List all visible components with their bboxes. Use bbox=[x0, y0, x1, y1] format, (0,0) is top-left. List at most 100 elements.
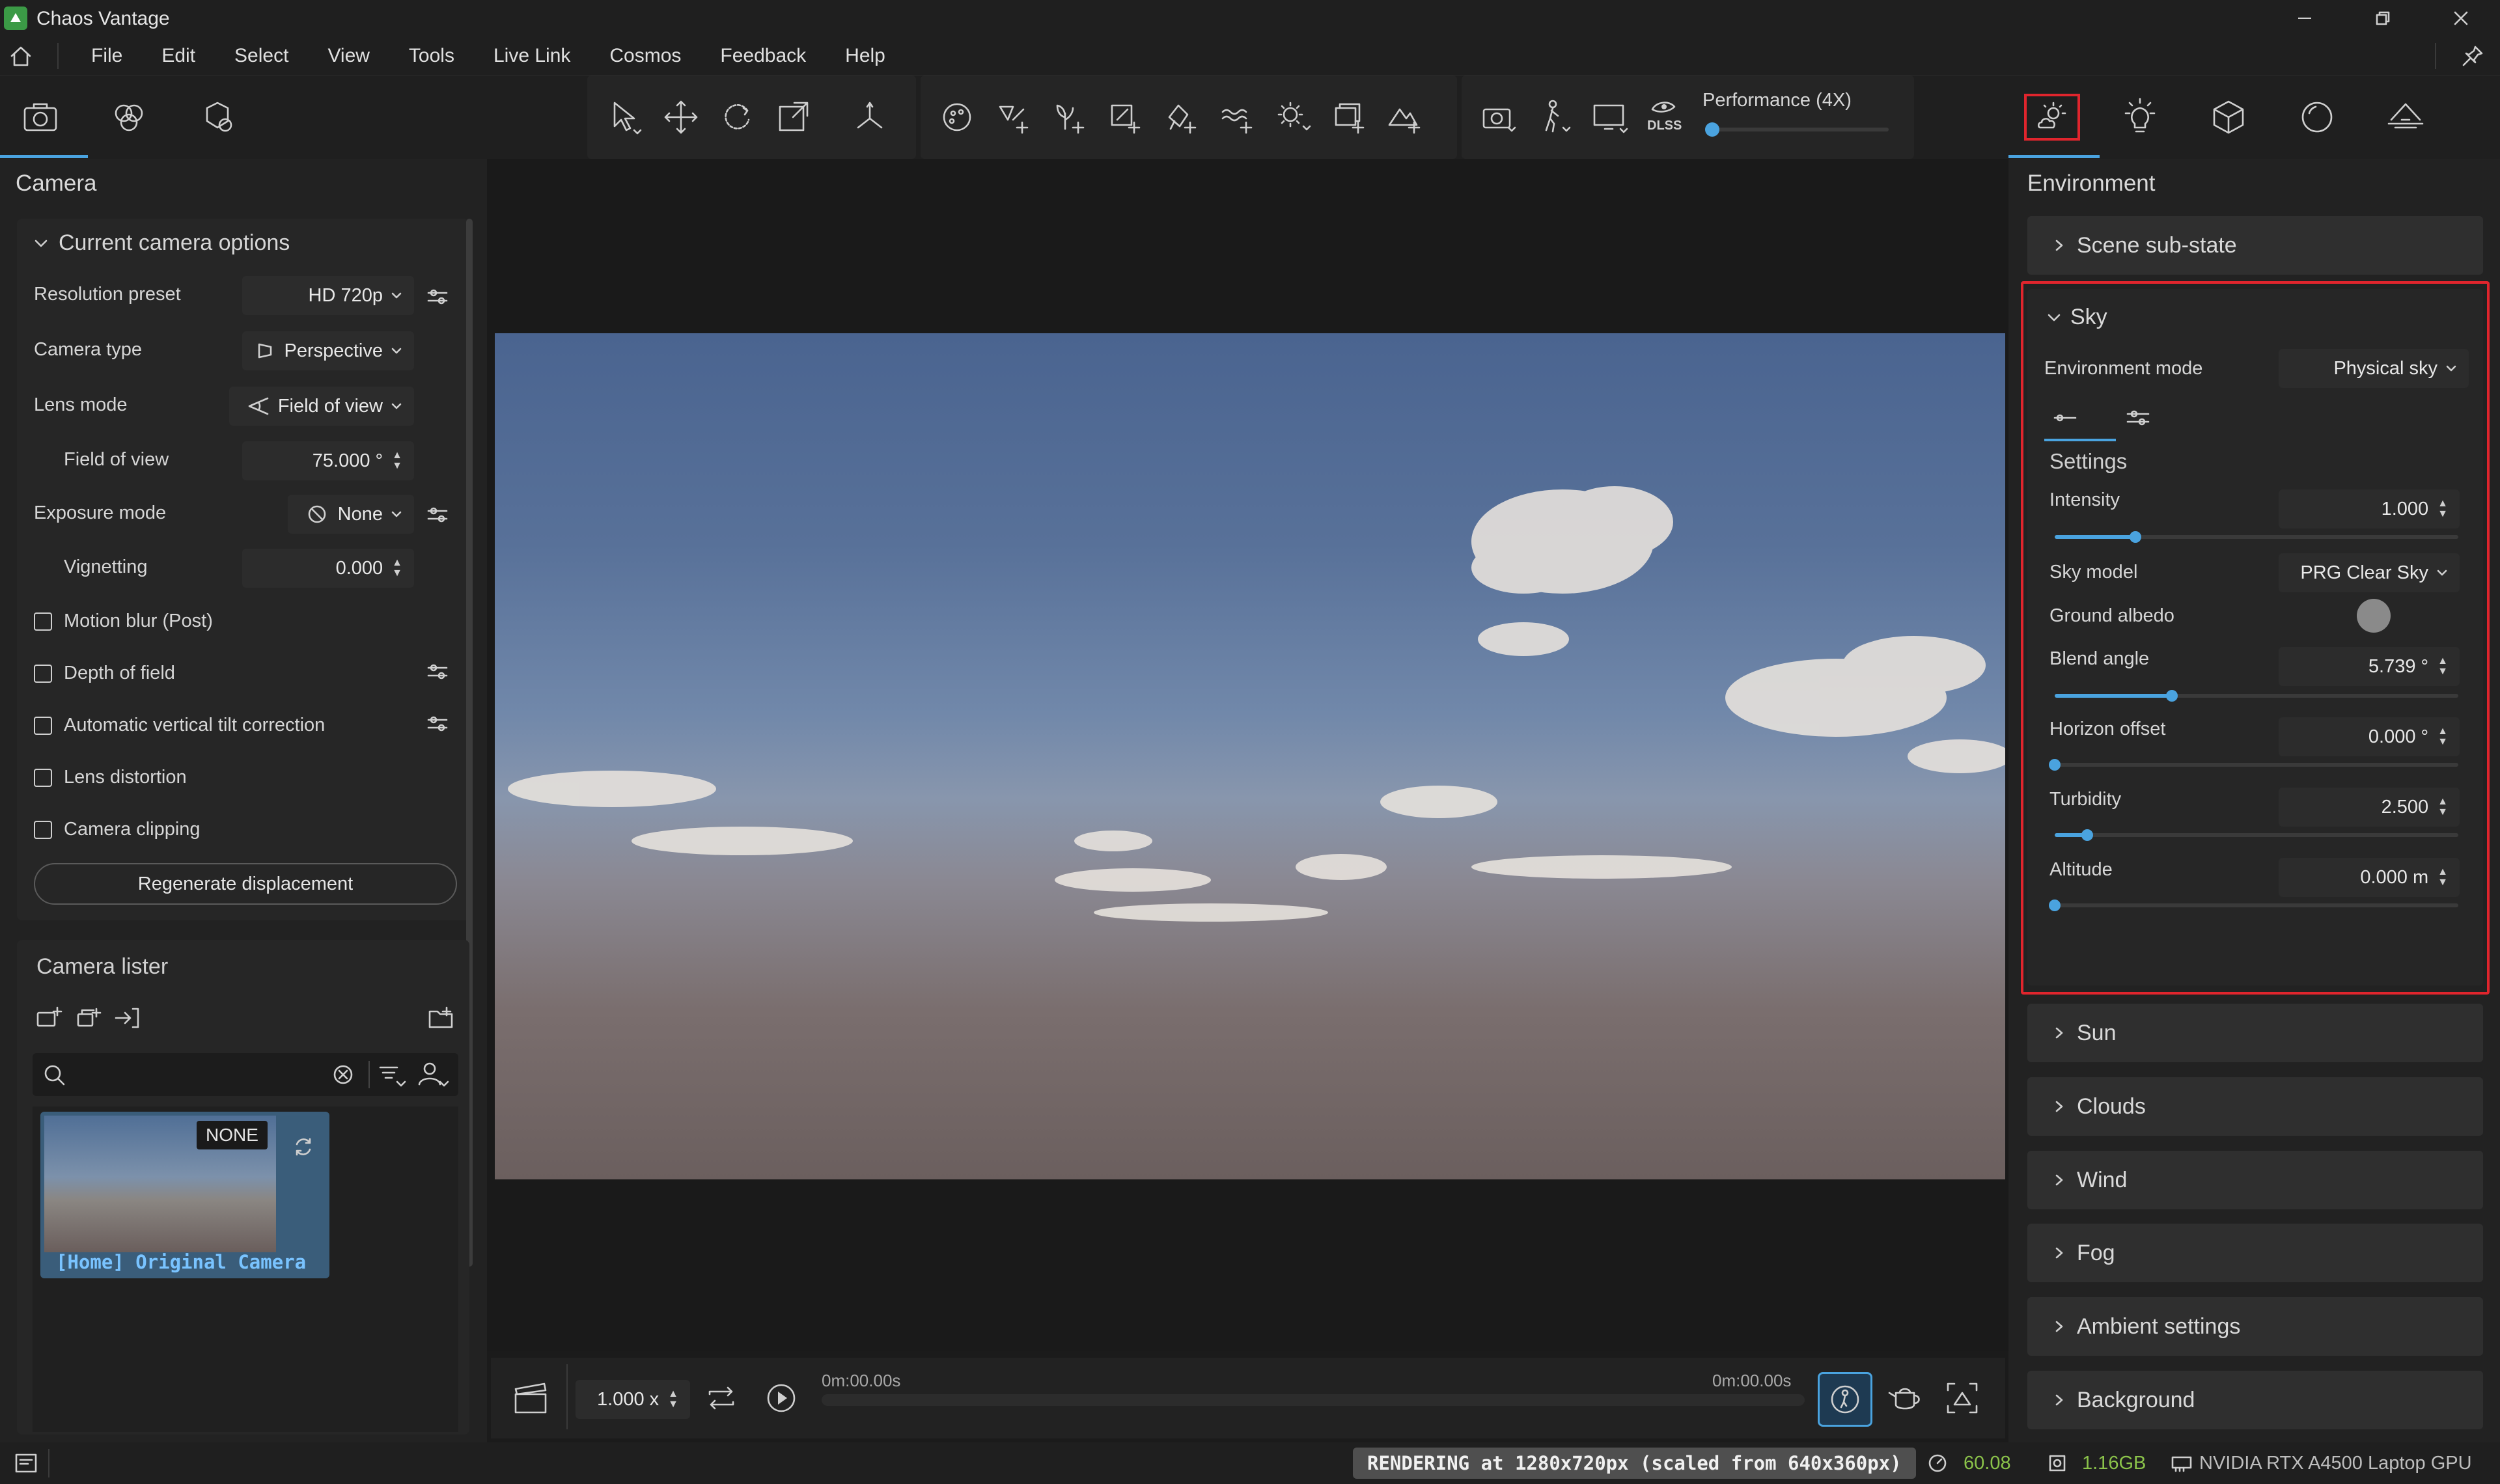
fit-view-icon[interactable] bbox=[1943, 1379, 1982, 1418]
turbidity-input[interactable]: 2.500 ▲ ▼ bbox=[2279, 788, 2460, 827]
performance-slider[interactable] bbox=[1705, 122, 1889, 137]
dof-settings-icon[interactable] bbox=[424, 659, 451, 685]
blend-angle-stepper[interactable]: ▲ ▼ bbox=[2438, 656, 2448, 677]
playback-speed-input[interactable]: 1.000 x ▲ ▼ bbox=[576, 1380, 690, 1419]
display-icon[interactable] bbox=[1587, 94, 1633, 141]
duplicate-camera-icon[interactable] bbox=[74, 1004, 103, 1032]
scale-tool-icon[interactable] bbox=[770, 94, 816, 141]
camera-type-select[interactable]: Perspective bbox=[242, 331, 414, 370]
material-tab-icon[interactable] bbox=[2294, 94, 2340, 141]
dof-checkbox[interactable] bbox=[34, 664, 52, 683]
menu-cosmos[interactable]: Cosmos bbox=[590, 36, 701, 76]
regenerate-displacement-button[interactable]: Regenerate displacement bbox=[34, 863, 457, 905]
ground-albedo-swatch[interactable] bbox=[2357, 599, 2391, 633]
new-folder-icon[interactable] bbox=[427, 1004, 456, 1032]
basic-settings-tab-icon[interactable] bbox=[2051, 406, 2079, 430]
horizon-offset-stepper[interactable]: ▲ ▼ bbox=[2438, 726, 2448, 747]
timeline-scrubber[interactable] bbox=[822, 1394, 1805, 1406]
lens-mode-select[interactable]: Field of view bbox=[229, 387, 414, 426]
wind-section[interactable]: Wind bbox=[2027, 1151, 2483, 1209]
menu-edit[interactable]: Edit bbox=[142, 36, 215, 76]
camera-thumbnail-card[interactable]: NONE [Home] Original Camera bbox=[40, 1112, 329, 1278]
env-mode-select[interactable]: Physical sky bbox=[2279, 349, 2469, 388]
add-plant-icon[interactable] bbox=[1046, 94, 1092, 141]
scatter-tool-icon[interactable] bbox=[990, 94, 1036, 141]
clipping-checkbox[interactable] bbox=[34, 820, 52, 839]
fog-section[interactable]: Fog bbox=[2027, 1224, 2483, 1282]
pin-icon[interactable] bbox=[2461, 44, 2484, 68]
add-paint-icon[interactable] bbox=[1158, 94, 1204, 141]
user-filter-icon[interactable] bbox=[417, 1060, 453, 1091]
home-icon[interactable] bbox=[9, 44, 33, 68]
import-camera-icon[interactable] bbox=[113, 1004, 142, 1032]
vignetting-input[interactable]: 0.000 ▲ ▼ bbox=[242, 549, 414, 588]
camera-options-header[interactable]: Current camera options bbox=[33, 230, 290, 256]
tilt-row[interactable]: Automatic vertical tilt correction bbox=[34, 715, 325, 736]
rotate-tool-icon[interactable] bbox=[714, 94, 760, 141]
lens-distortion-row[interactable]: Lens distortion bbox=[34, 767, 187, 788]
turbidity-slider[interactable] bbox=[2055, 829, 2458, 841]
materials-tab-icon[interactable] bbox=[105, 94, 152, 141]
vignetting-stepper[interactable]: ▲ ▼ bbox=[392, 558, 402, 579]
camera-search-input[interactable] bbox=[74, 1060, 348, 1090]
altitude-stepper[interactable]: ▲ ▼ bbox=[2438, 867, 2448, 888]
sky-model-select[interactable]: PRG Clear Sky bbox=[2279, 553, 2460, 592]
clouds-section[interactable]: Clouds bbox=[2027, 1077, 2483, 1136]
select-tool-icon[interactable] bbox=[602, 94, 648, 141]
environment-tab-icon[interactable] bbox=[2024, 94, 2080, 141]
advanced-settings-tab-icon[interactable] bbox=[2124, 405, 2152, 431]
menu-live-link[interactable]: Live Link bbox=[474, 36, 590, 76]
menu-tools[interactable]: Tools bbox=[389, 36, 474, 76]
ambient-section[interactable]: Ambient settings bbox=[2027, 1297, 2483, 1356]
restore-button[interactable] bbox=[2347, 0, 2419, 36]
horizon-offset-input[interactable]: 0.000 ° ▲ ▼ bbox=[2279, 717, 2460, 756]
settings-tab-icon[interactable] bbox=[194, 94, 241, 141]
filter-icon[interactable] bbox=[378, 1061, 409, 1090]
fov-input[interactable]: 75.000 ° ▲ ▼ bbox=[242, 441, 414, 480]
play-icon[interactable] bbox=[762, 1379, 801, 1418]
blend-angle-slider[interactable] bbox=[2055, 690, 2458, 702]
add-decal-icon[interactable] bbox=[1102, 94, 1148, 141]
menu-view[interactable]: View bbox=[308, 36, 389, 76]
exposure-settings-icon[interactable] bbox=[424, 502, 451, 528]
horizon-offset-slider[interactable] bbox=[2049, 759, 2458, 771]
blend-angle-input[interactable]: 5.739 ° ▲ ▼ bbox=[2279, 647, 2460, 686]
menu-help[interactable]: Help bbox=[826, 36, 905, 76]
sync-view-toggle[interactable] bbox=[1818, 1372, 1872, 1427]
material-picker-icon[interactable] bbox=[934, 94, 980, 141]
resolution-select[interactable]: HD 720p bbox=[242, 276, 414, 315]
gizmo-tool-icon[interactable] bbox=[846, 94, 893, 141]
lens-distortion-checkbox[interactable] bbox=[34, 768, 52, 787]
teapot-icon[interactable] bbox=[1885, 1379, 1924, 1418]
add-asset-icon[interactable] bbox=[1326, 94, 1372, 141]
tilt-settings-icon[interactable] bbox=[424, 711, 451, 737]
render-viewport[interactable] bbox=[495, 333, 2005, 1179]
minimize-button[interactable] bbox=[2269, 0, 2340, 36]
turbidity-stepper[interactable]: ▲ ▼ bbox=[2438, 797, 2448, 818]
light-tab-icon[interactable] bbox=[2117, 94, 2163, 141]
scene-substate-section[interactable]: Scene sub-state bbox=[2027, 216, 2483, 275]
loop-icon[interactable] bbox=[702, 1379, 741, 1418]
menu-file[interactable]: File bbox=[72, 36, 142, 76]
add-water-icon[interactable] bbox=[1214, 94, 1260, 141]
motion-blur-checkbox[interactable] bbox=[34, 612, 52, 631]
add-light-icon[interactable] bbox=[1270, 94, 1316, 141]
close-button[interactable] bbox=[2425, 0, 2497, 36]
object-tab-icon[interactable] bbox=[2205, 94, 2252, 141]
sky-header[interactable]: Sky bbox=[2046, 305, 2107, 330]
effects-tab-icon[interactable] bbox=[2382, 94, 2429, 141]
camera-tab-icon[interactable] bbox=[17, 94, 64, 141]
move-tool-icon[interactable] bbox=[658, 94, 704, 141]
resolution-settings-icon[interactable] bbox=[424, 284, 451, 310]
intensity-input[interactable]: 1.000 ▲ ▼ bbox=[2279, 489, 2460, 529]
snapshot-icon[interactable] bbox=[1475, 94, 1521, 141]
clipping-row[interactable]: Camera clipping bbox=[34, 819, 201, 840]
tilt-checkbox[interactable] bbox=[34, 716, 52, 735]
altitude-slider[interactable] bbox=[2049, 900, 2458, 911]
sun-section[interactable]: Sun bbox=[2027, 1004, 2483, 1062]
intensity-stepper[interactable]: ▲ ▼ bbox=[2438, 499, 2448, 519]
playback-speed-stepper[interactable]: ▲ ▼ bbox=[668, 1389, 678, 1410]
clapperboard-icon[interactable] bbox=[512, 1380, 551, 1419]
add-terrain-icon[interactable] bbox=[1382, 94, 1428, 141]
menu-feedback[interactable]: Feedback bbox=[701, 36, 826, 76]
